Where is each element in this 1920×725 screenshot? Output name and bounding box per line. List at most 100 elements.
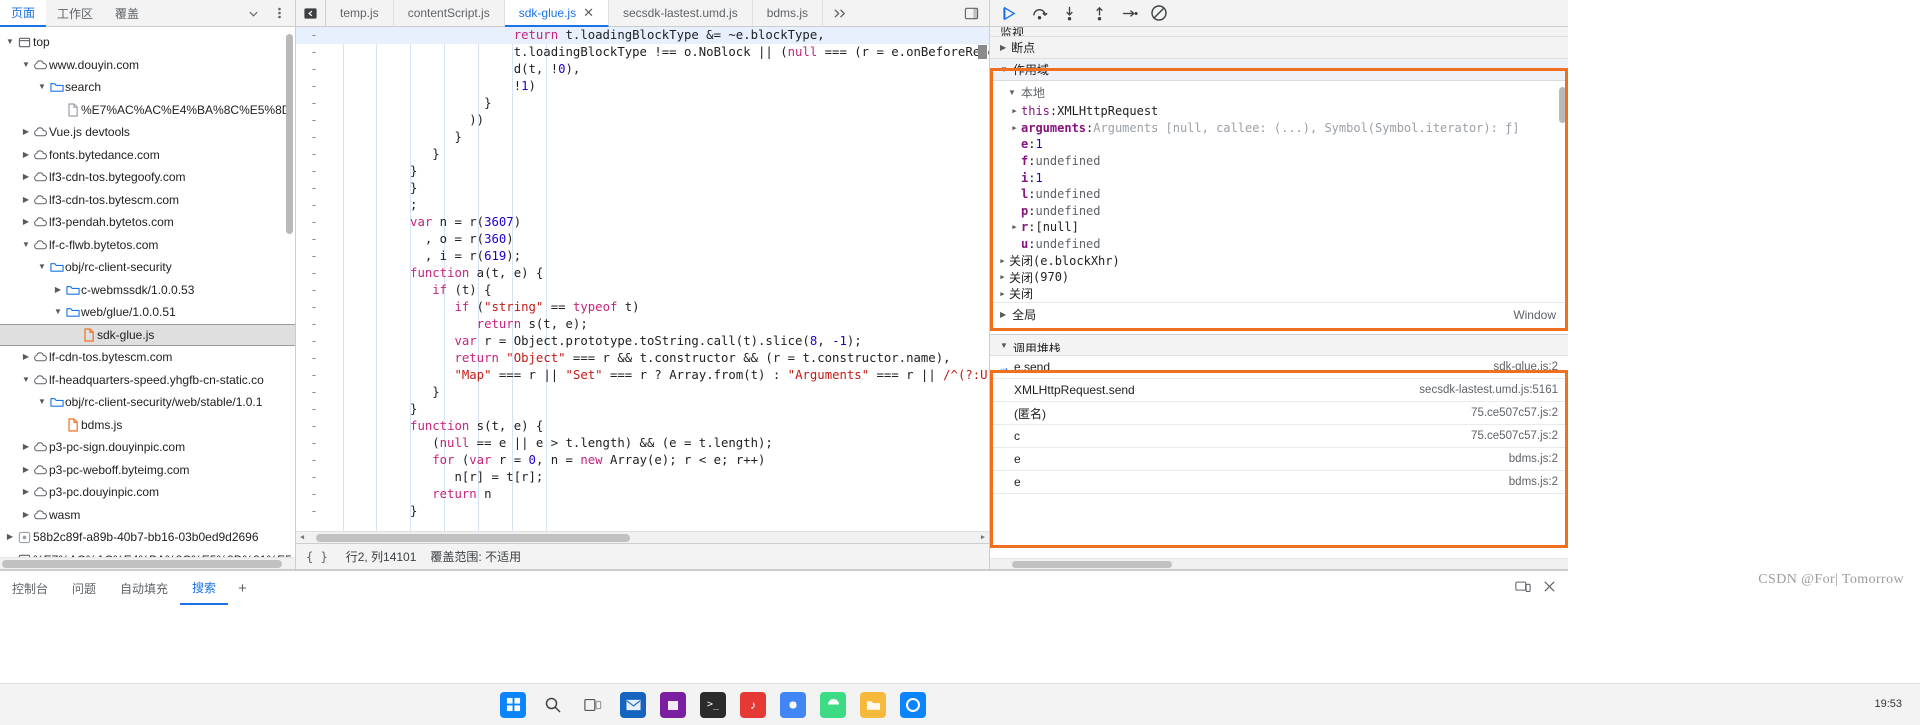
- code-line[interactable]: - for (var r = 0, n = new Array(e); r < …: [296, 452, 989, 469]
- scope-closure-row[interactable]: ▶ 关闭 (970): [990, 269, 1568, 286]
- tree-item[interactable]: ▶ 58b2c89f-a89b-40b7-bb16-03b0ed9d2696: [0, 526, 295, 549]
- chevron-right-icon[interactable]: ▶: [20, 488, 32, 496]
- line-gutter[interactable]: -: [296, 333, 332, 350]
- chevron-right-icon[interactable]: ▶: [20, 195, 32, 204]
- call-stack-location[interactable]: sdk-glue.js:2: [1493, 361, 1558, 373]
- code-line[interactable]: - if (t) {: [296, 282, 989, 299]
- tree-item[interactable]: ▶ lf3-pendah.bytetos.com: [0, 211, 295, 234]
- editor-hscrollbar-track[interactable]: [308, 532, 977, 544]
- tree-item[interactable]: ▶ fonts.bytedance.com: [0, 144, 295, 167]
- start-icon[interactable]: [500, 691, 526, 718]
- chevron-right-icon[interactable]: ▶: [52, 285, 64, 294]
- navigator-hscrollbar[interactable]: [0, 557, 295, 569]
- line-gutter[interactable]: -: [296, 435, 332, 452]
- scope-variable-row[interactable]: u: undefined: [996, 236, 1568, 253]
- scope-variable-row[interactable]: ▶ this: XMLHttpRequest: [996, 103, 1568, 120]
- line-gutter[interactable]: -: [296, 265, 332, 282]
- line-gutter[interactable]: -: [296, 418, 332, 435]
- call-stack-row[interactable]: c 75.ce507c57.js:2: [990, 425, 1568, 449]
- step-over-icon[interactable]: [1030, 4, 1048, 22]
- line-gutter[interactable]: -: [296, 112, 332, 129]
- drawer-tab-0[interactable]: 控制台: [0, 571, 60, 605]
- editor-hscrollbar-thumb[interactable]: [316, 533, 630, 542]
- editor-vscrollbar[interactable]: [978, 27, 989, 543]
- code-line[interactable]: - d(t, !0),: [296, 61, 989, 78]
- tab-overrides[interactable]: 覆盖: [104, 0, 150, 26]
- call-stack-location[interactable]: 75.ce507c57.js:2: [1471, 407, 1558, 419]
- scope-closure-row[interactable]: ▶ 关闭 (e.blockXhr): [990, 252, 1568, 269]
- chevron-down-icon[interactable]: ▼: [20, 60, 32, 69]
- tree-item[interactable]: ▶ Vue.js devtools: [0, 121, 295, 144]
- line-gutter[interactable]: -: [296, 299, 332, 316]
- call-stack-location[interactable]: bdms.js:2: [1509, 476, 1558, 488]
- code-line[interactable]: - function a(t, e) {: [296, 265, 989, 282]
- code-line[interactable]: - }: [296, 401, 989, 418]
- line-gutter[interactable]: -: [296, 384, 332, 401]
- drawer-tabs[interactable]: 控制台 问题 自动填充 搜索: [0, 571, 229, 605]
- tree-item[interactable]: ▶ p3-pc.douyinpic.com: [0, 481, 295, 504]
- line-gutter[interactable]: -: [296, 27, 332, 44]
- step-out-icon[interactable]: [1090, 4, 1108, 22]
- show-drawer-icon[interactable]: [959, 2, 983, 24]
- deactivate-breakpoints-icon[interactable]: [1150, 4, 1168, 22]
- chevron-down-icon[interactable]: ▼: [36, 83, 48, 91]
- hscroll-left-arrow[interactable]: ◀: [296, 529, 308, 543]
- code-line[interactable]: - if ("string" == typeof t): [296, 299, 989, 316]
- code-line[interactable]: - }: [296, 180, 989, 197]
- line-gutter[interactable]: -: [296, 180, 332, 197]
- edge-icon[interactable]: [900, 691, 926, 718]
- chevron-double-right-icon[interactable]: [823, 0, 858, 26]
- plus-icon[interactable]: +: [228, 571, 257, 605]
- chevron-down-icon[interactable]: ▼: [4, 38, 16, 46]
- code-line[interactable]: - var n = r(3607): [296, 214, 989, 231]
- line-gutter[interactable]: -: [296, 316, 332, 333]
- line-gutter[interactable]: -: [296, 248, 332, 265]
- scope-local-header[interactable]: ▼ 本地: [990, 81, 1568, 103]
- call-stack-row[interactable]: → e.send sdk-glue.js:2: [990, 356, 1568, 380]
- chevron-right-icon[interactable]: ▶: [20, 443, 32, 451]
- pretty-print-icon[interactable]: { }: [302, 550, 332, 564]
- chevron-right-icon[interactable]: ▶: [1008, 107, 1021, 115]
- tree-item[interactable]: ▼ obj/rc-client-security: [0, 256, 295, 279]
- scope-variable-row[interactable]: i: 1: [996, 169, 1568, 186]
- editor-vscrollbar-thumb[interactable]: [978, 45, 987, 59]
- code-line[interactable]: - ;: [296, 197, 989, 214]
- chevron-right-icon[interactable]: ▶: [20, 510, 32, 519]
- tree-item[interactable]: bdms.js: [0, 414, 295, 437]
- chrome-icon[interactable]: [780, 691, 806, 718]
- navigator-scrollbar-thumb[interactable]: [286, 34, 293, 234]
- folder-icon[interactable]: [860, 691, 886, 718]
- line-gutter[interactable]: -: [296, 197, 332, 214]
- code-line[interactable]: - return s(t, e);: [296, 316, 989, 333]
- line-gutter[interactable]: -: [296, 486, 332, 503]
- taskview-icon[interactable]: [580, 692, 606, 718]
- drawer-tab-2[interactable]: 自动填充: [108, 571, 180, 605]
- line-gutter[interactable]: -: [296, 282, 332, 299]
- line-gutter[interactable]: -: [296, 78, 332, 95]
- line-gutter[interactable]: -: [296, 452, 332, 469]
- music-icon[interactable]: ♪: [740, 691, 766, 718]
- code-line[interactable]: - return t.loadingBlockType &= ~e.blockT…: [296, 27, 989, 44]
- chevron-down-icon[interactable]: ▼: [36, 263, 48, 271]
- code-line[interactable]: - return "Object" === r && t.constructor…: [296, 350, 989, 367]
- chevron-right-icon[interactable]: ▶: [996, 290, 1009, 298]
- code-line[interactable]: - , o = r(360): [296, 231, 989, 248]
- editor-hscrollbar[interactable]: ◀ ▶: [296, 531, 989, 543]
- code-line[interactable]: - )): [296, 112, 989, 129]
- scope-variable-row[interactable]: ▶ arguments: Arguments [null, callee: (..…: [996, 120, 1568, 137]
- line-gutter[interactable]: -: [296, 367, 332, 384]
- editor-tab-contentscript-js[interactable]: contentScript.js: [394, 0, 505, 26]
- search-icon[interactable]: [540, 692, 566, 718]
- taskbar-clock[interactable]: 19:53: [1874, 698, 1902, 711]
- navigator-hscrollbar-thumb[interactable]: [2, 560, 282, 568]
- close-icon[interactable]: [1543, 580, 1556, 596]
- code-line[interactable]: - !1): [296, 78, 989, 95]
- code-line[interactable]: - }: [296, 95, 989, 112]
- step-icon[interactable]: [1120, 4, 1138, 22]
- chevron-right-icon[interactable]: ▶: [1008, 223, 1021, 231]
- tree-item[interactable]: ▶ lf-cdn-tos.bytescm.com: [0, 346, 295, 369]
- terminal-icon[interactable]: >_: [700, 691, 726, 718]
- step-into-icon[interactable]: [1060, 4, 1078, 22]
- code-line[interactable]: - var r = Object.prototype.toString.call…: [296, 333, 989, 350]
- tree-item-selected[interactable]: sdk-glue.js: [0, 323, 295, 346]
